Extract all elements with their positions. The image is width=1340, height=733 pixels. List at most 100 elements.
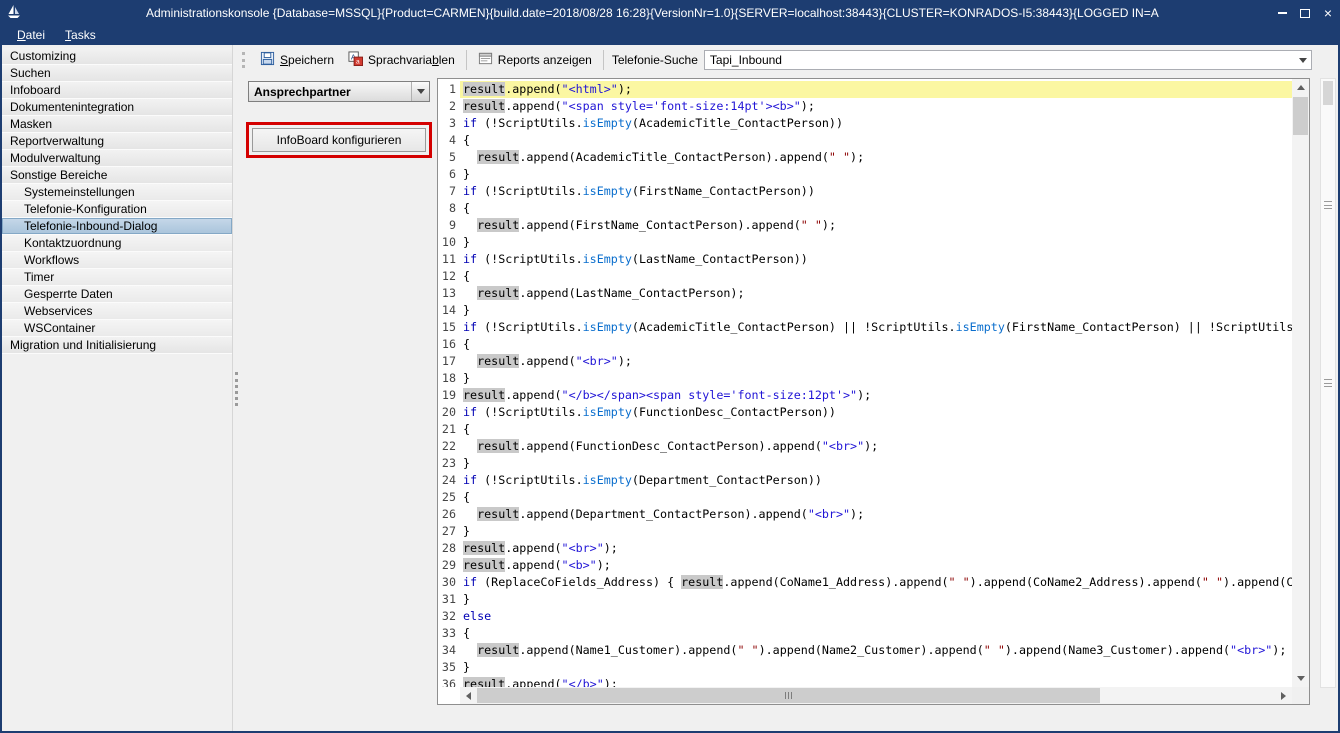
code-line-14[interactable]: } [460, 302, 1292, 319]
sidebar-item-telefonie-inbound-dialog[interactable]: Telefonie-Inbound-Dialog [2, 218, 232, 235]
code-line-4[interactable]: { [460, 132, 1292, 149]
code-line-1[interactable]: result.append("<html>"); [460, 81, 1292, 98]
sidebar-item-timer[interactable]: Timer [2, 269, 232, 286]
line-number: 20 [438, 404, 460, 421]
splitter-grip-icon[interactable] [1324, 379, 1332, 387]
menu-tasks-rest: asks [71, 28, 96, 42]
code-line-11[interactable]: if (!ScriptUtils.isEmpty(LastName_Contac… [460, 251, 1292, 268]
line-number: 28 [438, 540, 460, 557]
line-number: 21 [438, 421, 460, 438]
sidebar-item-masken[interactable]: Masken [2, 116, 232, 133]
toolbar-grip[interactable] [242, 52, 245, 68]
editor-horizontal-scrollbar[interactable] [460, 687, 1292, 704]
sidebar-item-suchen[interactable]: Suchen [2, 65, 232, 82]
infoboard-configure-button[interactable]: InfoBoard konfigurieren [252, 128, 426, 152]
maximize-button[interactable] [1298, 6, 1312, 20]
code-line-2[interactable]: result.append("<span style='font-size:14… [460, 98, 1292, 115]
code-line-27[interactable]: } [460, 523, 1292, 540]
code-line-7[interactable]: if (!ScriptUtils.isEmpty(FirstName_Conta… [460, 183, 1292, 200]
code-line-15[interactable]: if (!ScriptUtils.isEmpty(AcademicTitle_C… [460, 319, 1292, 336]
language-variables-button[interactable]: A a Sprachvariablen [341, 49, 462, 71]
sidebar-item-wscontainer[interactable]: WSContainer [2, 320, 232, 337]
code-line-31[interactable]: } [460, 591, 1292, 608]
menu-item-datei[interactable]: Datei [8, 26, 54, 45]
menu-item-tasks[interactable]: Tasks [56, 26, 105, 45]
code-line-20[interactable]: if (!ScriptUtils.isEmpty(FunctionDesc_Co… [460, 404, 1292, 421]
code-line-26[interactable]: result.append(Department_ContactPerson).… [460, 506, 1292, 523]
code-line-19[interactable]: result.append("</b></span><span style='f… [460, 387, 1292, 404]
code-line-16[interactable]: { [460, 336, 1292, 353]
scroll-up-button[interactable] [1292, 79, 1309, 96]
sidebar-item-customizing[interactable]: Customizing [2, 48, 232, 65]
code-line-5[interactable]: result.append(AcademicTitle_ContactPerso… [460, 149, 1292, 166]
code-line-18[interactable]: } [460, 370, 1292, 387]
code-line-13[interactable]: result.append(LastName_ContactPerson); [460, 285, 1292, 302]
minimize-button[interactable] [1275, 6, 1289, 20]
sidebar-item-kontaktzuordnung[interactable]: Kontaktzuordnung [2, 235, 232, 252]
editor-vertical-scrollbar[interactable] [1292, 79, 1309, 687]
scroll-left-button[interactable] [460, 687, 477, 704]
toolbar-separator [603, 50, 604, 70]
outer-vertical-scrollbar[interactable] [1320, 78, 1336, 688]
sidebar-item-systemeinstellungen[interactable]: Systemeinstellungen [2, 184, 232, 201]
code-line-28[interactable]: result.append("<br>"); [460, 540, 1292, 557]
line-number: 25 [438, 489, 460, 506]
sidebar-item-telefonie-konfiguration[interactable]: Telefonie-Konfiguration [2, 201, 232, 218]
code-line-21[interactable]: { [460, 421, 1292, 438]
sidebar-item-workflows[interactable]: Workflows [2, 252, 232, 269]
code-line-12[interactable]: { [460, 268, 1292, 285]
sidebar-item-sonstige-bereiche[interactable]: Sonstige Bereiche [2, 167, 232, 184]
combobox-dropdown-button[interactable] [1294, 51, 1311, 69]
code-line-23[interactable]: } [460, 455, 1292, 472]
line-number: 12 [438, 268, 460, 285]
sidebar-item-infoboard[interactable]: Infoboard [2, 82, 232, 99]
reports-icon [478, 51, 493, 69]
code-line-36[interactable]: result.append("</b>"); [460, 676, 1292, 687]
telefonie-search-value: Tapi_Inbound [705, 53, 1294, 67]
save-button[interactable]: Speichern [253, 49, 341, 71]
code-line-3[interactable]: if (!ScriptUtils.isEmpty(AcademicTitle_C… [460, 115, 1292, 132]
code-line-35[interactable]: } [460, 659, 1292, 676]
code-line-30[interactable]: if (ReplaceCoFields_Address) { result.ap… [460, 574, 1292, 591]
code-area[interactable]: result.append("<html>");result.append("<… [460, 79, 1292, 687]
code-line-24[interactable]: if (!ScriptUtils.isEmpty(Department_Cont… [460, 472, 1292, 489]
window-title: Administrationskonsole {Database=MSSQL}{… [146, 0, 1340, 26]
code-line-9[interactable]: result.append(FirstName_ContactPerson).a… [460, 217, 1292, 234]
code-line-33[interactable]: { [460, 625, 1292, 642]
show-reports-button[interactable]: Reports anzeigen [471, 49, 599, 71]
sidebar-item-modulverwaltung[interactable]: Modulverwaltung [2, 150, 232, 167]
menu-datei-accel: D [17, 28, 26, 42]
sidebar-item-reportverwaltung[interactable]: Reportverwaltung [2, 133, 232, 150]
menu-datei-rest: atei [26, 28, 45, 42]
code-line-17[interactable]: result.append("<br>"); [460, 353, 1292, 370]
scroll-right-button[interactable] [1275, 687, 1292, 704]
sidebar-item-migration-und-initialisierung[interactable]: Migration und Initialisierung [2, 337, 232, 354]
code-line-10[interactable]: } [460, 234, 1292, 251]
code-line-32[interactable]: else [460, 608, 1292, 625]
code-line-34[interactable]: result.append(Name1_Customer).append(" "… [460, 642, 1292, 659]
line-number: 15 [438, 319, 460, 336]
line-number: 10 [438, 234, 460, 251]
code-line-8[interactable]: { [460, 200, 1292, 217]
contact-type-dropdown[interactable]: Ansprechpartner [248, 81, 430, 102]
code-line-6[interactable]: } [460, 166, 1292, 183]
telefonie-search-combobox[interactable]: Tapi_Inbound [704, 50, 1312, 70]
code-line-22[interactable]: result.append(FunctionDesc_ContactPerson… [460, 438, 1292, 455]
vertical-scroll-thumb[interactable] [1293, 97, 1308, 135]
line-number: 33 [438, 625, 460, 642]
sidebar-item-webservices[interactable]: Webservices [2, 303, 232, 320]
sidebar-splitter-handle[interactable] [235, 372, 238, 406]
code-line-29[interactable]: result.append("<b>"); [460, 557, 1292, 574]
contact-dropdown-button[interactable] [411, 82, 429, 101]
line-number: 18 [438, 370, 460, 387]
code-line-25[interactable]: { [460, 489, 1292, 506]
close-button[interactable]: × [1321, 6, 1335, 20]
sidebar-item-gesperrte-daten[interactable]: Gesperrte Daten [2, 286, 232, 303]
horizontal-scroll-thumb[interactable] [477, 688, 1100, 703]
scroll-down-button[interactable] [1292, 670, 1309, 687]
outer-scroll-thumb[interactable] [1323, 81, 1333, 105]
splitter-grip-icon[interactable] [1324, 201, 1332, 209]
line-number: 5 [438, 149, 460, 166]
sidebar-item-dokumentenintegration[interactable]: Dokumentenintegration [2, 99, 232, 116]
script-editor: 1234567891011121314151617181920212223242… [437, 78, 1310, 705]
